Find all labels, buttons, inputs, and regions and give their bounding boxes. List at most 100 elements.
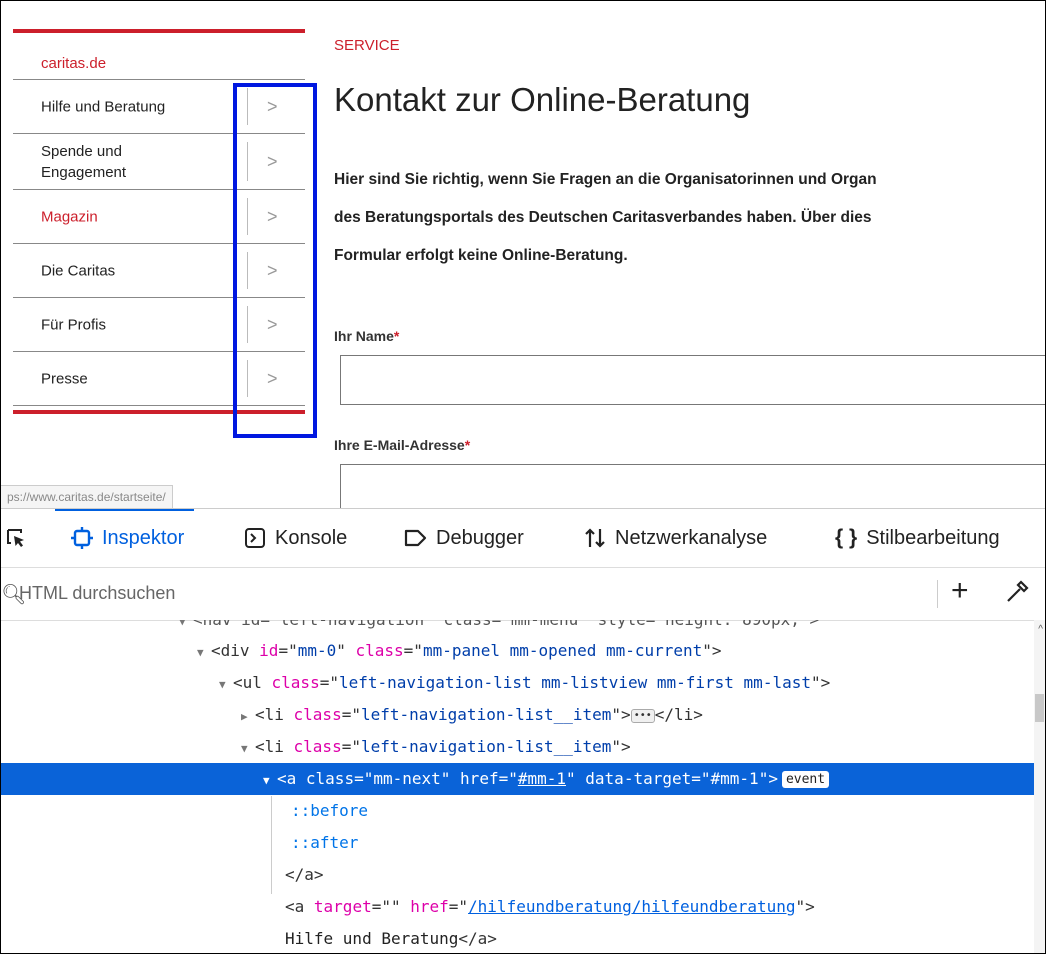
expand-triangle-icon[interactable]: ▼ bbox=[241, 733, 255, 765]
chevron-right-icon[interactable]: > bbox=[267, 96, 278, 117]
chevron-right-icon[interactable]: > bbox=[267, 260, 278, 281]
tree-node-a-selected[interactable]: ▼ <a class="mm-next" href="#mm-1" data-ta… bbox=[263, 763, 830, 797]
chevron-right-icon[interactable]: > bbox=[267, 206, 278, 227]
element-picker-button[interactable] bbox=[5, 509, 27, 567]
tree-node-a-link[interactable]: <a target="" href="/hilfeundberatung/hil… bbox=[285, 891, 815, 923]
required-marker: * bbox=[393, 328, 400, 344]
tree-node-li-expanded[interactable]: ▼ <li class="left-navigation-list__item"> bbox=[241, 731, 631, 763]
section-label: SERVICE bbox=[334, 37, 400, 54]
node-text: Hilfe und Beratung bbox=[285, 929, 459, 948]
clipped-markup-text: <nav id="left-navigation" class="mm-menu… bbox=[193, 620, 819, 629]
chevron-right-icon[interactable]: > bbox=[267, 151, 278, 172]
nav-item-divider bbox=[247, 252, 248, 289]
ellipsis-badge[interactable]: ••• bbox=[630, 708, 655, 723]
nav-item-label[interactable]: Spende und Engagement bbox=[41, 141, 161, 183]
nav-item-magazin[interactable]: Magazin > bbox=[13, 190, 305, 244]
toolbar-divider bbox=[937, 580, 938, 608]
name-label-text: Ihr Name bbox=[334, 328, 394, 344]
devtools-toolbar: Inspektor Konsole Debugger Netzwerkanaly… bbox=[1, 509, 1045, 568]
inspector-icon bbox=[71, 527, 93, 549]
tree-node-after[interactable]: ::after bbox=[291, 827, 358, 859]
email-field-label: Ihre E-Mail-Adresse* bbox=[334, 437, 470, 453]
attr-value: mm-panel mm-opened mm-current bbox=[422, 641, 703, 660]
nav-item-die-caritas[interactable]: Die Caritas > bbox=[13, 244, 305, 298]
expand-triangle-icon[interactable]: ▼ bbox=[263, 765, 277, 797]
attr-value: #mm-1 bbox=[710, 769, 759, 788]
event-badge[interactable]: event bbox=[781, 771, 830, 788]
expand-triangle-icon[interactable]: ▼ bbox=[219, 669, 233, 701]
nav-bottom-rule bbox=[13, 410, 305, 414]
email-input[interactable] bbox=[340, 464, 1045, 508]
required-marker: * bbox=[464, 437, 471, 453]
debugger-icon bbox=[404, 529, 427, 547]
nav-item-label[interactable]: Presse bbox=[41, 368, 231, 389]
nav-item-label[interactable]: Hilfe und Beratung bbox=[41, 96, 231, 117]
scroll-up-icon[interactable]: ^ bbox=[1038, 624, 1043, 635]
nav-item-presse[interactable]: Presse > bbox=[13, 352, 305, 406]
attr-value: left-navigation-list__item bbox=[360, 737, 612, 756]
nav-item-divider bbox=[247, 198, 248, 235]
console-icon bbox=[245, 528, 265, 548]
attr-link[interactable]: /hilfeundberatung/hilfeundberatung bbox=[468, 897, 796, 916]
link-status-url: ps://www.caritas.de/startseite/ bbox=[1, 485, 173, 508]
tree-node-nav-clipped[interactable]: ▼<nav id="left-navigation" class="mm-men… bbox=[179, 620, 819, 636]
nav-item-divider bbox=[247, 142, 248, 181]
nav-item-fuer-profis[interactable]: Für Profis > bbox=[13, 298, 305, 352]
attr-value: mm-next bbox=[373, 769, 441, 788]
tab-label: Debugger bbox=[436, 526, 524, 549]
indent-guide bbox=[271, 796, 272, 894]
nav-item-label[interactable]: Magazin bbox=[41, 206, 231, 227]
scrollbar-thumb[interactable] bbox=[1035, 694, 1044, 722]
name-input[interactable] bbox=[340, 355, 1045, 405]
tab-netzwerkanalyse[interactable]: Netzwerkanalyse bbox=[584, 509, 767, 567]
tree-node-div[interactable]: ▼ <div id="mm-0" class="mm-panel mm-opene… bbox=[197, 635, 722, 667]
intro-line: Formular erfolgt keine Online-Beratung. bbox=[334, 247, 628, 264]
tree-node-a-close[interactable]: </a> bbox=[285, 859, 324, 891]
attr-link[interactable]: #mm-1 bbox=[518, 769, 566, 788]
nav-brand-link[interactable]: caritas.de bbox=[13, 33, 305, 80]
html-search-bar: 🔍︎ HTML durchsuchen + bbox=[1, 568, 1045, 621]
chevron-right-icon[interactable]: > bbox=[267, 368, 278, 389]
collapse-triangle-icon[interactable]: ▶ bbox=[241, 701, 255, 733]
eyedropper-icon[interactable] bbox=[1004, 579, 1030, 605]
markup-tree: ▼<nav id="left-navigation" class="mm-men… bbox=[1, 620, 1045, 953]
website-viewport: caritas.de Hilfe und Beratung > Spende u… bbox=[1, 1, 1045, 508]
nav-item-label[interactable]: Die Caritas bbox=[41, 260, 231, 281]
tree-node-before[interactable]: ::before bbox=[291, 795, 368, 827]
style-editor-icon: { } bbox=[835, 526, 858, 549]
add-node-icon[interactable]: + bbox=[951, 574, 969, 608]
nav-item-label[interactable]: Für Profis bbox=[41, 314, 231, 335]
expand-triangle-icon[interactable]: ▼ bbox=[197, 637, 211, 669]
tab-label: Netzwerkanalyse bbox=[615, 526, 768, 549]
intro-line: Hier sind Sie richtig, wenn Sie Fragen a… bbox=[334, 171, 877, 188]
element-picker-icon[interactable] bbox=[5, 527, 27, 549]
nav-item-hilfe-und-beratung[interactable]: Hilfe und Beratung > bbox=[13, 80, 305, 134]
tab-label: Konsole bbox=[275, 526, 348, 549]
expand-triangle-icon[interactable]: ▼ bbox=[179, 620, 193, 638]
email-label-text: Ihre E-Mail-Adresse bbox=[334, 437, 465, 453]
tree-node-ul[interactable]: ▼ <ul class="left-navigation-list mm-list… bbox=[219, 667, 830, 699]
tab-label: Stilbearbeitung bbox=[866, 526, 1000, 549]
tab-konsole[interactable]: Konsole bbox=[244, 509, 347, 567]
devtools-panel: Inspektor Konsole Debugger Netzwerkanaly… bbox=[1, 508, 1045, 953]
screenshot-frame: caritas.de Hilfe und Beratung > Spende u… bbox=[0, 0, 1046, 954]
tab-inspektor[interactable]: Inspektor bbox=[54, 509, 195, 567]
page-title: Kontakt zur Online-Beratung bbox=[334, 81, 751, 118]
attr-value: left-navigation-list mm-listview mm-firs… bbox=[338, 673, 811, 692]
tree-scrollbar[interactable] bbox=[1034, 620, 1045, 953]
network-icon bbox=[585, 528, 605, 548]
nav-item-divider bbox=[247, 88, 248, 125]
search-input[interactable]: HTML durchsuchen bbox=[19, 583, 175, 604]
attr-value: left-navigation-list__item bbox=[360, 705, 612, 724]
tab-stilbearbeitung[interactable]: { } Stilbearbeitung bbox=[835, 509, 1000, 567]
chevron-right-icon[interactable]: > bbox=[267, 314, 278, 335]
nav-item-spende-und-engagement[interactable]: Spende und Engagement > bbox=[13, 134, 305, 190]
intro-line: des Beratungsportals des Deutschen Carit… bbox=[334, 209, 872, 226]
left-navigation: caritas.de Hilfe und Beratung > Spende u… bbox=[13, 29, 305, 414]
tab-debugger[interactable]: Debugger bbox=[403, 509, 524, 567]
intro-paragraph: Hier sind Sie richtig, wenn Sie Fragen a… bbox=[334, 161, 1045, 275]
tab-label: Inspektor bbox=[102, 526, 185, 549]
tree-node-li-collapsed[interactable]: ▶ <li class="left-navigation-list__item">… bbox=[241, 699, 703, 731]
tree-node-a-text[interactable]: Hilfe und Beratung</a> bbox=[285, 923, 497, 953]
nav-item-divider bbox=[247, 306, 248, 343]
